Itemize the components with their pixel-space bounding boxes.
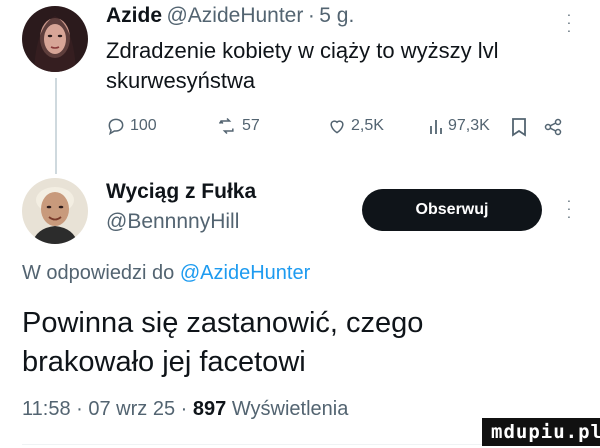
- reply-icon: [108, 118, 124, 136]
- author-handle[interactable]: @AzideHunter: [166, 4, 303, 27]
- reply-count: 100: [130, 117, 157, 134]
- avatar-bennnnyhill[interactable]: [22, 178, 88, 244]
- reply-action[interactable]: 100: [106, 116, 157, 136]
- views-action[interactable]: 97,3K: [428, 116, 490, 136]
- retweet-icon: [218, 117, 234, 135]
- avatar-azide[interactable]: [22, 6, 88, 72]
- thread-line: [55, 78, 57, 174]
- heart-icon: [330, 120, 344, 134]
- tweet-time[interactable]: 5 g.: [319, 4, 354, 27]
- separator: ·: [76, 398, 83, 420]
- bottom-divider: [22, 444, 482, 445]
- like-count: 2,5K: [351, 117, 384, 134]
- separator: ·: [307, 4, 315, 27]
- views-icon: [430, 120, 442, 134]
- reply-to-handle[interactable]: @AzideHunter: [180, 262, 310, 284]
- retweet-action[interactable]: 57: [216, 116, 260, 136]
- author-name[interactable]: Azide: [106, 4, 162, 27]
- reply-to-prefix: W odpowiedzi do: [22, 262, 175, 284]
- more-options-icon[interactable]: · · ·: [565, 193, 573, 223]
- tweet-text-line: Zdradzenie kobiety w ciąży to wyższy lvl: [106, 38, 499, 63]
- reply-context: W odpowiedzi do @AzideHunter: [22, 262, 310, 285]
- tweet-header: Azide @AzideHunter · 5 g.: [106, 4, 354, 28]
- reply-views-label: Wyświetlenia: [231, 398, 349, 420]
- tweet-text: Zdradzenie kobiety w ciąży to wyższy lvl…: [106, 36, 498, 96]
- reply-meta: 11:58 · 07 wrz 25 · 897 Wyświetlenia: [22, 398, 348, 421]
- share-icon: [544, 118, 562, 136]
- share-action[interactable]: [543, 117, 563, 137]
- tweet-text-line: skurwesyństwa: [106, 68, 256, 93]
- reply-views-count: 897: [192, 398, 227, 420]
- more-options-icon[interactable]: · · ·: [565, 7, 573, 37]
- like-action[interactable]: 2,5K: [327, 116, 384, 136]
- reply-time[interactable]: 11:58: [22, 398, 71, 420]
- reply-date[interactable]: 07 wrz 25: [88, 398, 175, 420]
- follow-button[interactable]: Obserwuj: [362, 189, 542, 231]
- reply-author-name[interactable]: Wyciąg z Fułka: [106, 180, 256, 204]
- reply-text-line: Powinna się zastanowić, czego: [22, 307, 424, 339]
- avatar-image: [22, 6, 88, 72]
- reply-author-handle[interactable]: @BennnnyHill: [106, 210, 239, 234]
- views-count: 97,3K: [448, 117, 490, 134]
- reply-text-line: brakowało jej facetowi: [22, 346, 306, 378]
- avatar-image: [22, 178, 88, 244]
- separator: ·: [180, 398, 188, 420]
- bookmark-action[interactable]: [510, 117, 528, 137]
- reply-text: Powinna się zastanowić, czego brakowało …: [22, 304, 423, 382]
- watermark: mdupiu.pl: [482, 418, 600, 446]
- bookmark-icon: [512, 118, 526, 137]
- retweet-count: 57: [242, 117, 260, 134]
